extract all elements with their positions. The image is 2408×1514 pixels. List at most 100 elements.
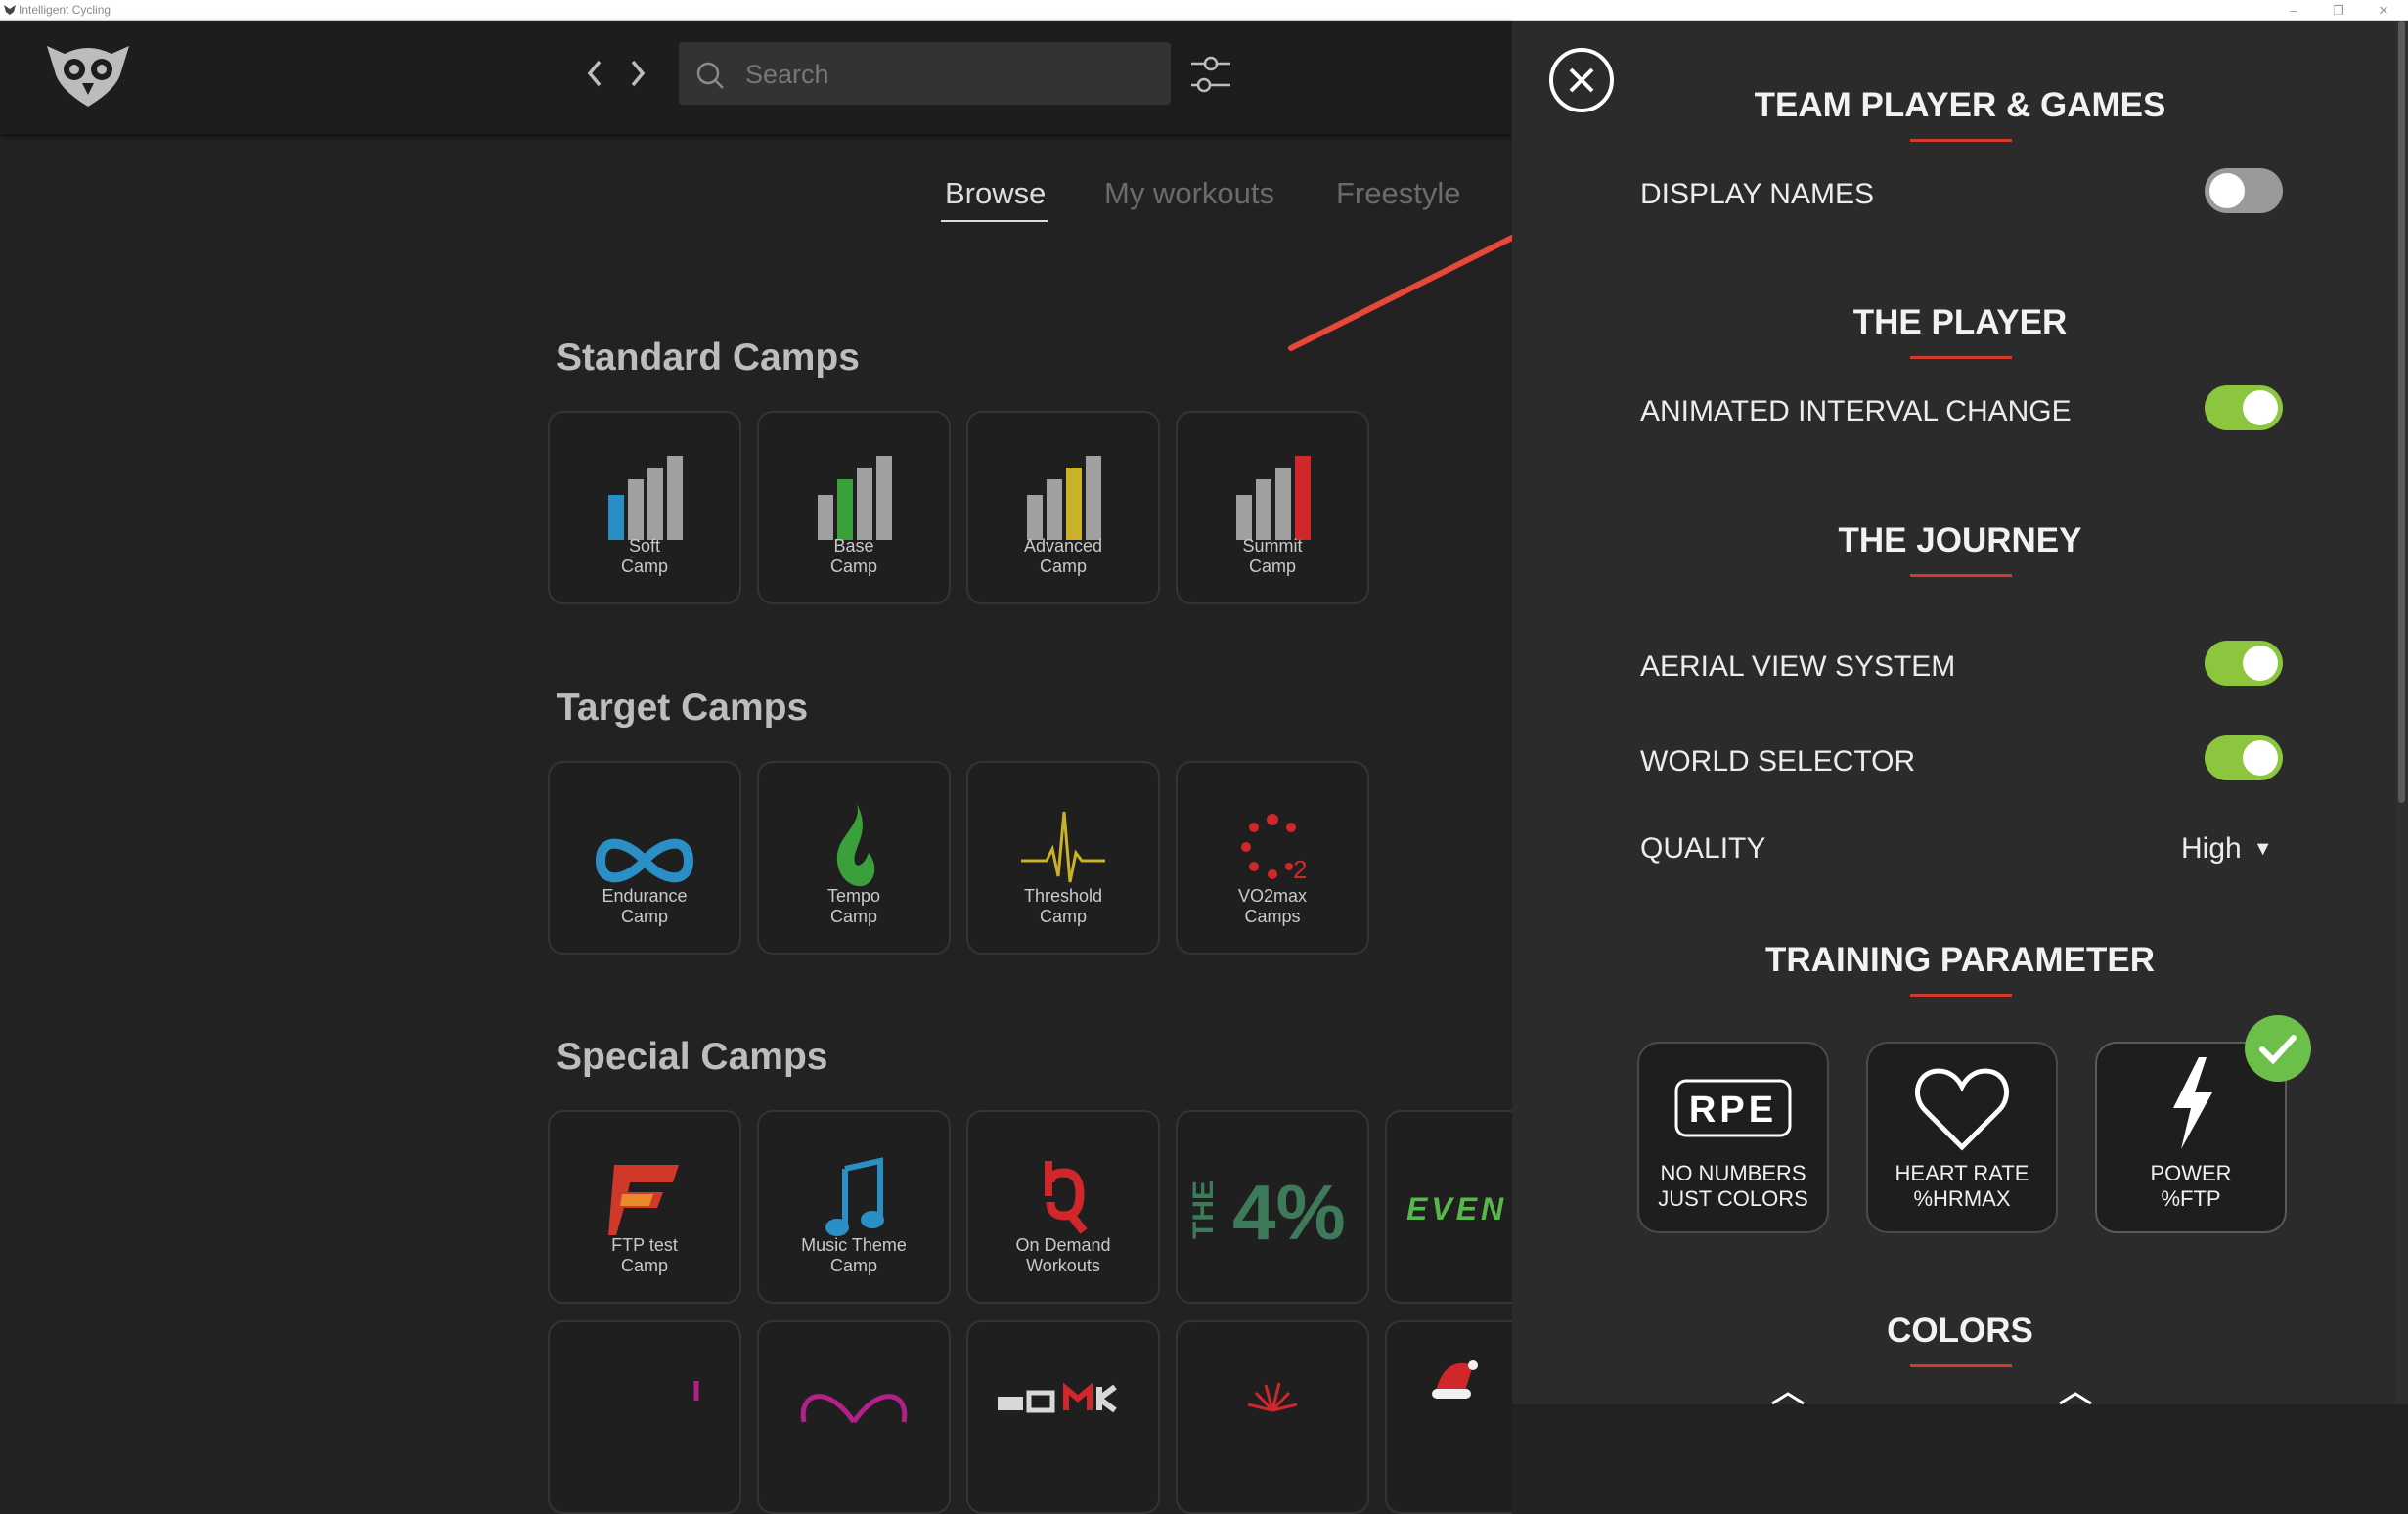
heart-logo-icon (800, 1394, 908, 1424)
camp-label: Base Camp (829, 536, 877, 576)
svg-text:EVEN: EVEN (1406, 1191, 1507, 1226)
label-quality: QUALITY (1640, 832, 1766, 865)
partial-logo-icon (693, 1381, 699, 1401)
window-close-button[interactable]: ✕ (2361, 0, 2406, 21)
tab-browse[interactable]: Browse (940, 176, 1048, 222)
camp-tile-fireworks[interactable] (1176, 1320, 1369, 1514)
heading-team-player: TEAM PLAYER & GAMES (1754, 86, 2166, 124)
search-input[interactable] (743, 42, 1158, 107)
toggle-knob (2243, 390, 2278, 425)
fireworks-icon (1247, 1382, 1298, 1412)
scrollbar-thumb[interactable] (2398, 21, 2405, 803)
heading-training-parameter: TRAINING PARAMETER (1765, 941, 2155, 979)
heading-underline (1910, 356, 2012, 359)
camp-label: Threshold Camp (1023, 886, 1103, 926)
camp-tile-vo2max[interactable]: 2 VO2max Camps (1176, 761, 1369, 955)
camp-label: Endurance Camp (602, 886, 688, 926)
heading-underline (1910, 574, 2012, 577)
toggle-display-names[interactable] (2205, 168, 2283, 213)
rpe-icon: RPE (1674, 1079, 1792, 1137)
camp-label: VO2max Camps (1237, 886, 1308, 926)
search-box[interactable] (679, 42, 1171, 107)
bars-blue-icon (608, 456, 683, 540)
section-title-special: Special Camps (557, 1036, 828, 1078)
heartbeat-icon (1021, 811, 1105, 883)
minimize-button[interactable]: – (2271, 0, 2316, 21)
camp-tile-ftp-test[interactable]: FTP test Camp (548, 1110, 741, 1304)
heading-the-player: THE PLAYER (1852, 303, 2068, 341)
camp-tile-row4-1[interactable] (548, 1320, 741, 1514)
param-label: HEART RATE %HRMAX (1895, 1161, 2029, 1211)
camp-label: On Demand Workouts (1015, 1235, 1111, 1275)
flame-icon (836, 804, 875, 887)
param-rpe[interactable]: RPE NO NUMBERS JUST COLORS (1637, 1042, 1829, 1233)
camp-tile-tempo[interactable]: Tempo Camp (757, 761, 951, 955)
heart-icon (1915, 1068, 2009, 1151)
camp-tile-endurance[interactable]: Endurance Camp (548, 761, 741, 955)
owl-logo-icon[interactable] (45, 38, 131, 109)
bars-red-icon (1236, 456, 1311, 540)
camp-label: Summit Camp (1242, 536, 1303, 576)
camp-tile-summit[interactable]: Summit Camp (1176, 411, 1369, 604)
selected-check-icon (2245, 1015, 2311, 1082)
camp-tile-christmas[interactable] (1385, 1320, 1512, 1514)
heading-underline (1910, 994, 2012, 997)
camp-tile-the-4-percent[interactable]: THE 4% (1176, 1110, 1369, 1304)
tab-my-workouts[interactable]: My workouts (1104, 176, 1274, 211)
param-label: POWER %FTP (2150, 1161, 2232, 1211)
toggle-knob (2243, 646, 2278, 681)
heading-underline (1910, 139, 2012, 142)
camp-tile-advanced[interactable]: Advanced Camp (966, 411, 1160, 604)
search-icon (696, 62, 724, 89)
window-title: Intelligent Cycling (19, 3, 111, 17)
bars-green-icon (818, 456, 892, 540)
toggle-world-selector[interactable] (2205, 735, 2283, 780)
heading-the-journey: THE JOURNEY (1838, 521, 2082, 559)
camp-tile-valentine[interactable] (757, 1320, 951, 1514)
text-logo-icon (998, 1383, 1117, 1413)
restore-button[interactable]: ❐ (2316, 0, 2361, 21)
heading-colors: COLORS (1887, 1312, 2033, 1350)
music-note-icon (825, 1157, 884, 1236)
label-world-selector: WORLD SELECTOR (1640, 745, 1916, 778)
svg-text:2: 2 (1293, 855, 1307, 884)
top-header (0, 21, 1512, 134)
filter-sliders-icon[interactable] (1189, 52, 1232, 97)
toggle-knob (2243, 740, 2278, 776)
camp-tile-music-theme[interactable]: Music Theme Camp (757, 1110, 951, 1304)
camp-tile-row4-3[interactable] (966, 1320, 1160, 1514)
bars-yellow-icon (1027, 456, 1101, 540)
ftp-logo-icon (608, 1165, 679, 1235)
camp-tile-base[interactable]: Base Camp (757, 411, 951, 604)
infinity-icon (595, 838, 694, 883)
forward-arrow-icon[interactable] (623, 54, 652, 93)
the-4-percent-logo: THE 4% (1187, 1169, 1346, 1256)
on-demand-logo-icon (1045, 1161, 1088, 1234)
quality-dropdown[interactable]: High ▼ (2181, 832, 2273, 866)
rpe-icon-text: RPE (1689, 1090, 1777, 1131)
toggle-aerial-view-system[interactable] (2205, 641, 2283, 686)
camp-label: Soft Camp (620, 536, 668, 576)
camp-tile-even[interactable]: EVEN (1385, 1110, 1512, 1304)
chevron-down-icon: ▼ (2252, 838, 2273, 860)
even-logo: EVEN (1406, 1191, 1507, 1226)
section-title-standard: Standard Camps (557, 336, 860, 378)
color-chevron-icon[interactable] (1768, 1390, 1807, 1404)
camp-tile-threshold[interactable]: Threshold Camp (966, 761, 1160, 955)
section-title-target: Target Camps (557, 687, 809, 729)
santa-hat-icon (1432, 1360, 1478, 1399)
camp-label: Music Theme Camp (801, 1235, 907, 1275)
toggle-animated-interval-change[interactable] (2205, 385, 2283, 430)
back-arrow-icon[interactable] (580, 54, 609, 93)
heading-underline (1910, 1364, 2012, 1367)
camp-tile-soft[interactable]: Soft Camp (548, 411, 741, 604)
camp-tile-on-demand[interactable]: On Demand Workouts (966, 1110, 1160, 1304)
quality-value: High (2181, 832, 2242, 865)
camp-label: FTP test Camp (611, 1235, 678, 1275)
camp-label: Tempo Camp (826, 886, 881, 926)
svg-text:THE: THE (1187, 1180, 1220, 1239)
dots-circle-icon: 2 (1241, 814, 1307, 884)
param-heart-rate[interactable]: HEART RATE %HRMAX (1866, 1042, 2058, 1233)
panel-scrollbar[interactable] (2395, 21, 2408, 1404)
color-chevron-icon[interactable] (2056, 1390, 2095, 1404)
